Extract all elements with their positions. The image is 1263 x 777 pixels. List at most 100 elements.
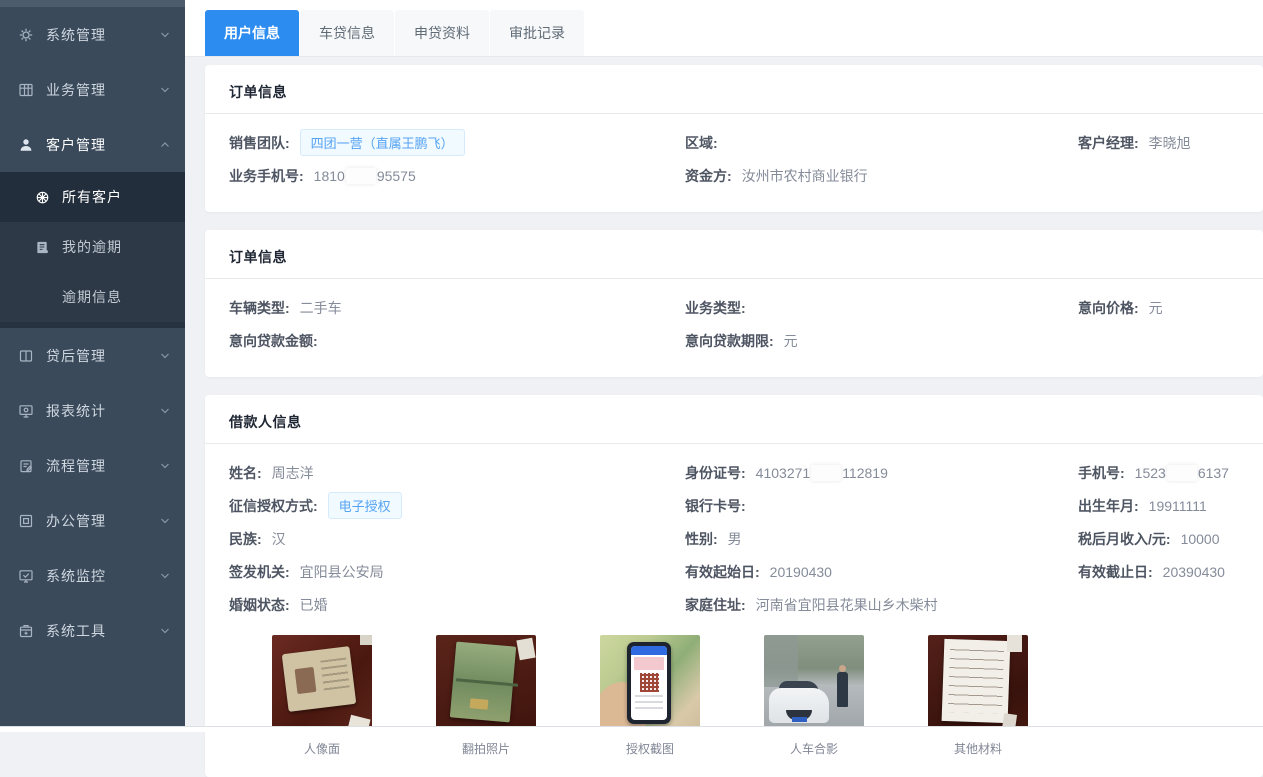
field-issuing-authority: 签发机关: 宜阳县公安局 bbox=[229, 555, 685, 588]
field-label: 银行卡号: bbox=[685, 496, 746, 516]
field-business-phone: 业务手机号: 181095575 bbox=[229, 159, 685, 192]
clipboard-icon bbox=[18, 458, 34, 474]
sidebar-top-edge bbox=[0, 0, 185, 7]
field-label: 意向价格: bbox=[1078, 298, 1139, 318]
notebook-icon bbox=[35, 240, 50, 255]
sidebar: 系统管理 业务管理 客户管理 所有客户 我的逾期 逾期信息 贷后管理 报表统计 bbox=[0, 0, 185, 732]
photo-slot: 人像面 bbox=[272, 635, 372, 757]
chevron-down-icon bbox=[159, 460, 171, 472]
field-value: 15236137 bbox=[1135, 465, 1229, 481]
field-value: 二手车 bbox=[300, 298, 342, 318]
photo-slot: 其他材料 bbox=[928, 635, 1028, 757]
censored-digits bbox=[346, 168, 376, 184]
chevron-down-icon bbox=[159, 570, 171, 582]
sidebar-item-system-tools[interactable]: 系统工具 bbox=[0, 603, 185, 658]
sidebar-item-my-overdue[interactable]: 我的逾期 bbox=[0, 222, 185, 272]
field-label: 业务手机号: bbox=[229, 166, 304, 186]
sidebar-item-office-management[interactable]: 办公管理 bbox=[0, 493, 185, 548]
field-label: 客户经理: bbox=[1078, 133, 1139, 153]
sidebar-item-label: 所有客户 bbox=[62, 187, 122, 207]
field-label: 姓名: bbox=[229, 463, 262, 483]
sidebar-item-report-statistics[interactable]: 报表统计 bbox=[0, 383, 185, 438]
photo-person-with-car[interactable] bbox=[764, 635, 864, 732]
photo-caption: 人车合影 bbox=[764, 740, 864, 757]
field-region: 区域: bbox=[685, 126, 1078, 159]
sidebar-item-overdue-info[interactable]: 逾期信息 bbox=[0, 272, 185, 322]
field-label: 手机号: bbox=[1078, 463, 1125, 483]
chevron-down-icon bbox=[159, 84, 171, 96]
field-credit-auth-method: 征信授权方式: 电子授权 bbox=[229, 489, 685, 522]
monitor-check-icon bbox=[18, 568, 34, 584]
photo-gallery: 人像面 翻拍照片 授权截图 bbox=[229, 621, 1239, 757]
chevron-down-icon bbox=[159, 29, 171, 41]
field-label: 性别: bbox=[685, 529, 718, 549]
field-value: 4103271112819 bbox=[756, 465, 888, 481]
photo-caption: 授权截图 bbox=[600, 740, 700, 757]
field-marital-status: 婚姻状态: 已婚 bbox=[229, 588, 685, 621]
field-funding-party: 资金方: 汝州市农村商业银行 bbox=[685, 159, 1078, 192]
sidebar-item-label: 系统监控 bbox=[46, 566, 159, 586]
sidebar-item-business-management[interactable]: 业务管理 bbox=[0, 62, 185, 117]
sidebar-item-process-management[interactable]: 流程管理 bbox=[0, 438, 185, 493]
user-icon bbox=[18, 137, 34, 153]
field-value: 10000 bbox=[1181, 531, 1220, 547]
field-value: 20190430 bbox=[770, 564, 832, 580]
field-value: 181095575 bbox=[314, 168, 416, 184]
photo-id-card-front[interactable] bbox=[272, 635, 372, 732]
field-label: 区域: bbox=[685, 133, 718, 153]
field-value: 河南省宜阳县花果山乡木柴村 bbox=[756, 595, 938, 615]
chevron-down-icon bbox=[159, 405, 171, 417]
photo-caption: 其他材料 bbox=[928, 740, 1028, 757]
field-valid-from: 有效起始日: 20190430 bbox=[685, 555, 1078, 588]
main-content: 用户信息 车贷信息 申贷资料 审批记录 订单信息 销售团队: 四团一营（直属王鹏… bbox=[185, 0, 1263, 732]
sidebar-item-all-customers[interactable]: 所有客户 bbox=[0, 172, 185, 222]
field-sales-team: 销售团队: 四团一营（直属王鹏飞） bbox=[229, 126, 685, 159]
sidebar-item-system-monitor[interactable]: 系统监控 bbox=[0, 548, 185, 603]
field-intended-loan-term: 意向贷款期限: 元 bbox=[685, 324, 1078, 357]
field-label: 业务类型: bbox=[685, 298, 746, 318]
photo-caption: 人像面 bbox=[272, 740, 372, 757]
field-intended-loan-amount: 意向贷款金额: bbox=[229, 324, 685, 357]
censored-digits bbox=[811, 465, 841, 481]
field-value: 汝州市农村商业银行 bbox=[742, 166, 868, 186]
photo-slot: 人车合影 bbox=[764, 635, 864, 757]
tab-user-info[interactable]: 用户信息 bbox=[205, 10, 299, 56]
tab-loan-application-materials[interactable]: 申贷资料 bbox=[395, 10, 489, 56]
e-auth-tag[interactable]: 电子授权 bbox=[328, 492, 402, 519]
sidebar-item-label: 流程管理 bbox=[46, 456, 159, 476]
sales-team-tag[interactable]: 四团一营（直属王鹏飞） bbox=[300, 129, 465, 156]
horizontal-scrollbar[interactable] bbox=[0, 726, 1263, 732]
photo-caption: 翻拍照片 bbox=[436, 740, 536, 757]
field-value: 男 bbox=[728, 529, 742, 549]
sidebar-item-postloan-management[interactable]: 贷后管理 bbox=[0, 328, 185, 383]
photo-green-booklet[interactable] bbox=[436, 635, 536, 732]
chevron-down-icon bbox=[159, 515, 171, 527]
tab-approval-records[interactable]: 审批记录 bbox=[490, 10, 584, 56]
field-mobile-number: 手机号: 15236137 bbox=[1078, 456, 1239, 489]
field-empty bbox=[1078, 159, 1239, 192]
chevron-down-icon bbox=[159, 350, 171, 362]
photo-paper-document[interactable] bbox=[928, 635, 1028, 732]
field-label: 有效起始日: bbox=[685, 562, 760, 582]
sidebar-item-label: 我的逾期 bbox=[62, 237, 122, 257]
book-icon bbox=[18, 348, 34, 364]
field-label: 出生年月: bbox=[1078, 496, 1139, 516]
censored-digits bbox=[1167, 465, 1197, 481]
field-label: 意向贷款金额: bbox=[229, 331, 318, 351]
chevron-down-icon bbox=[159, 625, 171, 637]
photo-phone-qr-screenshot[interactable] bbox=[600, 635, 700, 732]
toolbox-icon bbox=[18, 623, 34, 639]
sidebar-item-system-management[interactable]: 系统管理 bbox=[0, 7, 185, 62]
field-birth-date: 出生年月: 19911111 bbox=[1078, 489, 1239, 522]
sidebar-item-label: 贷后管理 bbox=[46, 346, 159, 366]
field-value: 周志洋 bbox=[272, 463, 314, 483]
borrower-info-card: 借款人信息 姓名: 周志洋 身份证号: 4103271112819 手机号: 1… bbox=[205, 395, 1263, 777]
tab-car-loan-info[interactable]: 车贷信息 bbox=[300, 10, 394, 56]
field-label: 税后月收入/元: bbox=[1078, 529, 1171, 549]
sidebar-item-customer-management[interactable]: 客户管理 bbox=[0, 117, 185, 172]
field-label: 意向贷款期限: bbox=[685, 331, 774, 351]
order-info-card-2: 订单信息 车辆类型: 二手车 业务类型: 意向价格: 元 bbox=[205, 230, 1263, 377]
field-empty bbox=[1078, 588, 1239, 621]
field-label: 签发机关: bbox=[229, 562, 290, 582]
sidebar-item-label: 系统工具 bbox=[46, 621, 159, 641]
